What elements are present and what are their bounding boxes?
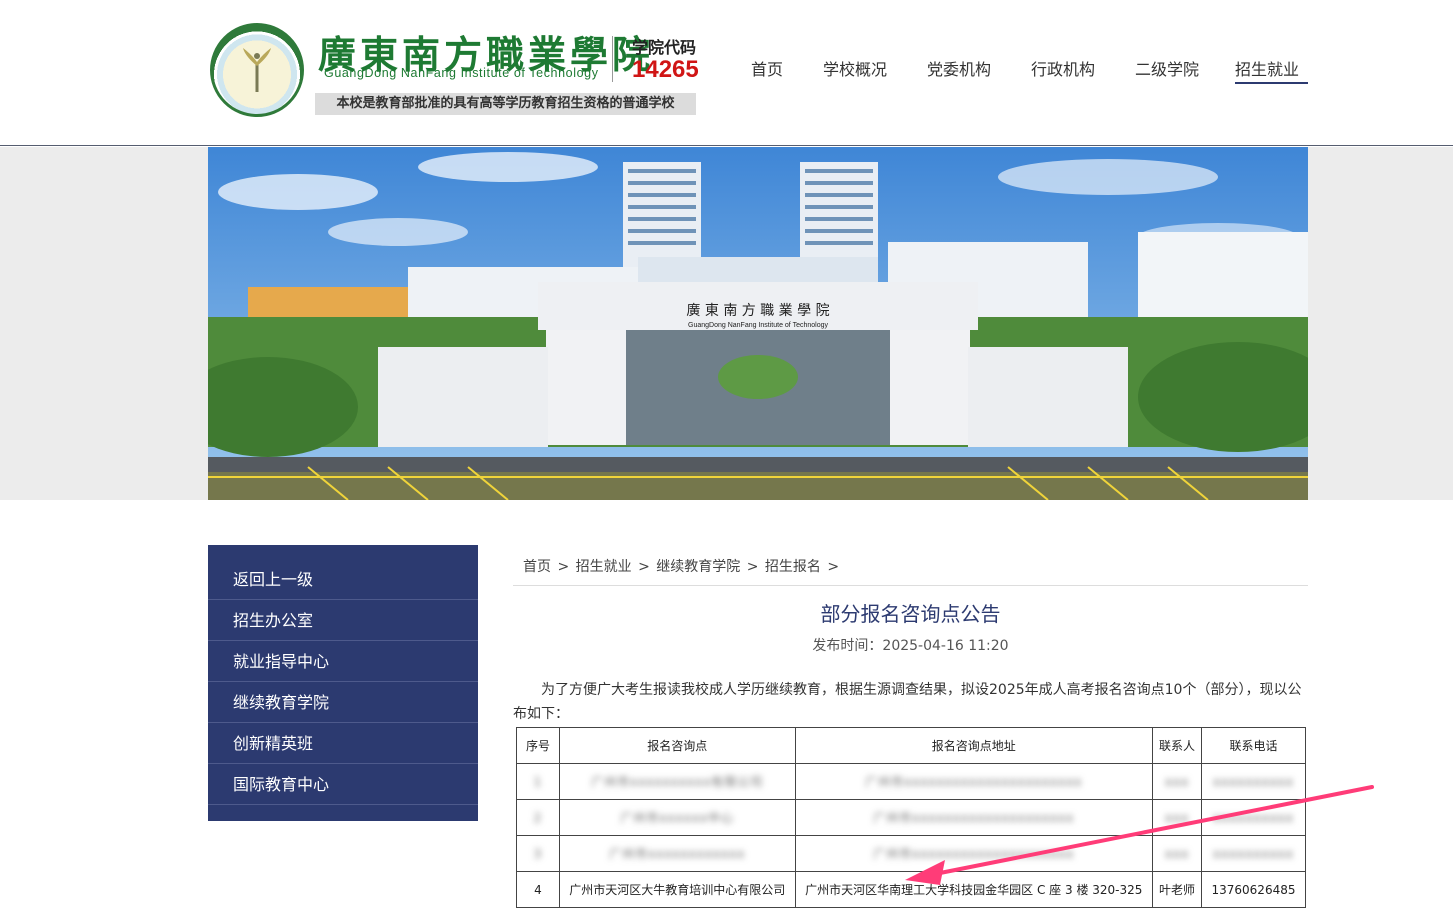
school-slogan: 本校是教育部批准的具有高等学历教育招生资格的普通学校 xyxy=(315,93,696,115)
school-name-english: GuangDong NanFang Institute of Technolog… xyxy=(324,66,599,80)
breadcrumb-continuing-education[interactable]: 继续教育学院 xyxy=(656,559,740,575)
table-row-blurred: 3 广州市xxxxxxxxxxxx 广州市xxxxxxxxxxxxxxxxxxx… xyxy=(516,835,1306,872)
table-cell-blurred: xxxxxxxxxx xyxy=(1201,835,1306,872)
sidebar-item-back[interactable]: 返回上一级 xyxy=(208,559,478,600)
table-header: 报名咨询点 xyxy=(558,727,796,764)
sidebar-item-admissions-office[interactable]: 招生办公室 xyxy=(208,600,478,641)
table-cell-blurred: 2 xyxy=(516,799,560,836)
header-divider xyxy=(612,36,613,82)
article-body: 为了方便广大考生报读我校成人学历继续教育，根据生源调查结果，拟设2025年成人高… xyxy=(513,682,1302,722)
nav-home[interactable]: 首页 xyxy=(751,56,783,84)
gate-sign-en: GuangDong NanFang Institute of Technolog… xyxy=(688,322,828,329)
gate-sign: 廣 東 南 方 職 業 學 院 xyxy=(686,302,829,319)
breadcrumb-admissions[interactable]: 招生就业 xyxy=(576,559,632,575)
table-cell-blurred: 广州市xxxxxxxxxxxxxxxxxxxx xyxy=(794,799,1154,836)
sidebar-item-continuing-education[interactable]: 继续教育学院 xyxy=(208,682,478,723)
table-row-blurred: 2 广州市xxxxxx中心 广州市xxxxxxxxxxxxxxxxxxxx xx… xyxy=(516,799,1306,836)
breadcrumb-sep: > xyxy=(746,559,759,575)
table-cell-blurred: 广州市xxxxxx中心 xyxy=(558,799,796,836)
table-cell-blurred: 广州市xxxxxxxxxxxxxxxxxxxx xyxy=(794,835,1154,872)
nav-colleges[interactable]: 二级学院 xyxy=(1135,56,1199,84)
campus-gate-photo: 廣 東 南 方 職 業 學 院 GuangDong NanFang Instit… xyxy=(208,147,1308,500)
breadcrumb-sep: > xyxy=(638,559,650,575)
sidebar-item-elite-class[interactable]: 创新精英班 xyxy=(208,723,478,764)
sidebar-item-career-center[interactable]: 就业指导中心 xyxy=(208,641,478,682)
table-cell-blurred: xxx xyxy=(1152,835,1202,872)
consultation-points-table: 序号 报名咨询点 报名咨询点地址 联系人 联系电话 1 广州市xxxxxxxxx… xyxy=(516,727,1306,908)
table-header: 联系人 xyxy=(1152,727,1202,764)
nav-about[interactable]: 学校概况 xyxy=(823,56,887,84)
school-logo[interactable] xyxy=(210,23,304,117)
table-cell-blurred: xxx xyxy=(1152,763,1202,800)
table-cell-blurred: xxxxxxxxxx xyxy=(1201,763,1306,800)
breadcrumb-sep: > xyxy=(827,559,840,575)
table-cell-index: 4 xyxy=(516,871,560,908)
sidebar: 返回上一级 招生办公室 就业指导中心 继续教育学院 创新精英班 国际教育中心 xyxy=(208,545,478,821)
article-date-value: 2025-04-16 11:20 xyxy=(882,638,1009,654)
breadcrumb-home[interactable]: 首页 xyxy=(523,559,551,575)
table-cell-blurred: xxx xyxy=(1152,799,1202,836)
logo-emblem-icon xyxy=(243,48,271,92)
article-date-label: 发布时间： xyxy=(812,638,883,654)
school-code-value: 14265 xyxy=(632,56,699,83)
table-row: 4 广州市天河区大牛教育培训中心有限公司 广州市天河区华南理工大学科技园金华园区… xyxy=(516,871,1306,908)
table-cell-blurred: 3 xyxy=(516,835,560,872)
table-cell-blurred: 1 xyxy=(516,763,560,800)
site-header: 廣東南方職業學院 GuangDong NanFang Institute of … xyxy=(0,0,1453,146)
article-date: 发布时间：2025-04-16 11:20 xyxy=(513,635,1308,655)
table-cell-blurred: 广州市xxxxxxxxxx有限公司 xyxy=(558,763,796,800)
banner: 廣 東 南 方 職 業 學 院 GuangDong NanFang Instit… xyxy=(0,147,1453,500)
breadcrumb-enrollment[interactable]: 招生报名 xyxy=(765,559,821,575)
table-cell-blurred: 广州市xxxxxxxxxxxx xyxy=(558,835,796,872)
breadcrumb-divider xyxy=(513,585,1308,586)
sidebar-item-international-center[interactable]: 国际教育中心 xyxy=(208,764,478,805)
table-cell-blurred: 广州市xxxxxxxxxxxxxxxxxxxxxx xyxy=(794,763,1154,800)
table-cell-contact: 叶老师 xyxy=(1152,871,1202,908)
breadcrumb-sep: > xyxy=(557,559,570,575)
article-title: 部分报名咨询点公告 xyxy=(820,602,1001,626)
school-code-label: 学院代码 xyxy=(632,38,697,57)
table-cell-phone: 13760626485 xyxy=(1201,871,1306,908)
breadcrumb: 首页 > 招生就业 > 继续教育学院 > 招生报名 > xyxy=(523,556,841,576)
table-cell-address: 广州市天河区华南理工大学科技园金华园区 C 座 3 楼 320-325 xyxy=(794,871,1154,908)
table-row-blurred: 1 广州市xxxxxxxxxx有限公司 广州市xxxxxxxxxxxxxxxxx… xyxy=(516,763,1306,800)
table-header: 序号 xyxy=(516,727,560,764)
table-cell-blurred: xxxxxxxxxx xyxy=(1201,799,1306,836)
table-header: 联系电话 xyxy=(1201,727,1306,764)
table-header-row: 序号 报名咨询点 报名咨询点地址 联系人 联系电话 xyxy=(516,727,1306,764)
table-cell-name: 广州市天河区大牛教育培训中心有限公司 xyxy=(558,871,796,908)
table-header: 报名咨询点地址 xyxy=(794,727,1154,764)
nav-party-committee[interactable]: 党委机构 xyxy=(927,56,991,84)
nav-administration[interactable]: 行政机构 xyxy=(1031,56,1095,84)
nav-admissions[interactable]: 招生就业 xyxy=(1235,56,1308,84)
